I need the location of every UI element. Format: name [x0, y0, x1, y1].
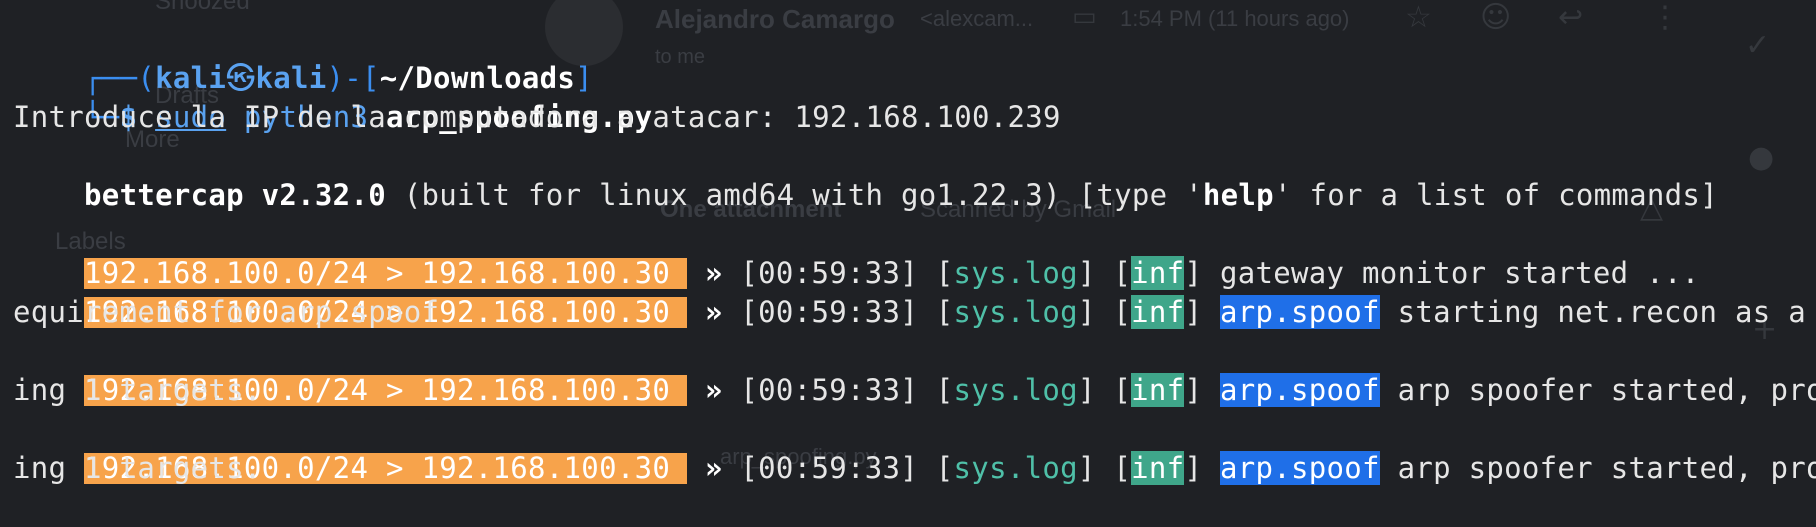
log-source: sys.log [953, 295, 1078, 329]
log-line-wrap: equirement for arp.spoof [13, 295, 440, 329]
log-line: 192.168.100.0/24 > 192.168.100.30 » [00:… [13, 410, 1816, 485]
bettercap-rest: ' for a list of commands] [1273, 178, 1718, 212]
command-line[interactable]: └─$ sudo python3 arp_spoofing.py [13, 59, 652, 134]
log-time: [00:59:33] [740, 373, 919, 407]
log-message: arp spoofer started, prob [1397, 451, 1816, 485]
bettercap-build: (built for linux amd64 with go1.22.3) [t… [385, 178, 1203, 212]
log-time: [00:59:33] [740, 295, 919, 329]
separator: » [704, 295, 723, 329]
log-time: [00:59:33] [740, 451, 919, 485]
input-prompt-line: Introduce la IP de la computadora a atac… [13, 100, 1061, 134]
log-level-badge: inf [1131, 451, 1185, 485]
log-line: 192.168.100.0/24 > 192.168.100.30 » [00:… [13, 332, 1816, 407]
log-line: 192.168.100.0/24 > 192.168.100.30 » [00:… [84, 256, 1700, 290]
separator: » [704, 373, 723, 407]
separator: » [704, 451, 723, 485]
log-level-badge: inf [1131, 295, 1185, 329]
bettercap-version: bettercap v2.32.0 [84, 178, 386, 212]
prompt-line: ┌──(kali㉿kali)-[~/Downloads] [13, 20, 593, 95]
terminal-window[interactable]: ┌──(kali㉿kali)-[~/Downloads] └─$ sudo py… [0, 0, 1816, 488]
log-source: sys.log [953, 451, 1078, 485]
log-line: 192.168.100.0/24 > 192.168.100.30 » [00:… [13, 254, 1816, 329]
bettercap-help: help [1202, 178, 1274, 212]
log-module-badge: arp.spoof [1219, 295, 1380, 329]
log-source: sys.log [953, 373, 1078, 407]
log-module-badge: arp.spoof [1219, 451, 1380, 485]
log-line-wrap: ing 1 targets. [13, 373, 262, 407]
log-module-badge: arp.spoof [1219, 373, 1380, 407]
bettercap-banner: bettercap v2.32.0 (built for linux amd64… [13, 137, 1718, 212]
log-line-wrap: ing 1 targets. [13, 451, 262, 485]
log-message: starting net.recon as a r [1397, 295, 1816, 329]
log-level-badge: inf [1131, 373, 1185, 407]
log-message: arp spoofer started, prob [1397, 373, 1816, 407]
